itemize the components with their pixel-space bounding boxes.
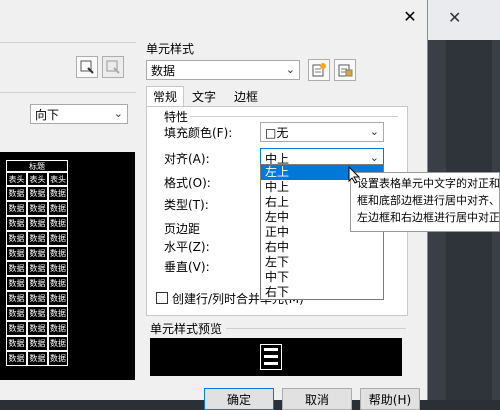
preview-data-cell: 数据 [27,216,48,231]
preview-data-cell: 数据 [27,321,48,336]
preview-data-cell: 数据 [6,336,27,351]
preview-data-cell: 数据 [48,246,68,261]
preview-data-cell: 数据 [48,351,68,366]
left-group-border-2 [0,92,136,93]
preview-data-cell: 数据 [6,231,27,246]
properties-separator [190,116,398,117]
align-tooltip: 设置表格单元中文字的对正和对齐方式 框和底部边框进行居中对齐、上对齐或下对齐 左… [350,172,500,232]
cursor-icon [348,165,361,187]
preview-data-cell: 数据 [27,351,48,366]
preview-data-cell: 数据 [6,306,27,321]
tab-general[interactable]: 常规 [146,86,185,106]
chevron-down-icon: ⌄ [369,125,379,138]
manage-style-icon[interactable] [334,59,356,81]
fill-color-select[interactable]: □无 ⌄ [260,122,384,142]
cell-style-select[interactable]: 数据 ⌄ [146,60,300,80]
align-label: 对齐(A): [164,152,210,166]
preview-data-cell: 数据 [27,261,48,276]
preview-cell-sample [260,344,282,370]
preview-data-cell: 数据 [27,276,48,291]
cell-style-preview [150,338,402,376]
preview-data-cell: 数据 [48,336,68,351]
table-select-disabled-icon [102,56,124,78]
tooltip-line: 设置表格单元中文字的对正和对齐方式 [357,177,500,190]
preview-data-cell: 数据 [6,351,27,366]
tab-text[interactable]: 文字 [186,86,222,106]
cancel-button[interactable]: 取消 [282,388,352,410]
preview-data-cell: 数据 [6,291,27,306]
preview-data-cell: 数据 [6,321,27,336]
properties-heading: 特性 [164,110,189,124]
horizontal-margin-label: 水平(Z): [164,240,210,254]
preview-data-cell: 数据 [48,306,68,321]
help-button[interactable]: 帮助(H) [360,388,420,410]
chevron-down-icon: ⌄ [285,63,295,76]
tooltip-line: 框和底部边框进行居中对齐、上对齐或下对齐 [357,194,500,207]
preview-data-cell: 数据 [48,201,68,216]
background-window-top [428,0,500,40]
preview-data-cell: 数据 [27,291,48,306]
close-icon[interactable]: ✕ [398,6,422,28]
preview-data-cell: 数据 [48,231,68,246]
cell-style-preview-title: 单元样式预览 [150,322,223,336]
merge-checkbox[interactable] [156,292,168,304]
preview-table: 标题 表头 表头 表头 数据 数据 数据 数据 数据 数据 数据 数据 数据 数据 数据 数据 数据 数据… [6,160,68,370]
preview-data-cell: 数据 [48,186,68,201]
table-direction-select[interactable]: 向下 ⌄ [30,104,128,124]
preview-separator [226,328,406,329]
chevron-down-icon: ⌄ [369,151,379,164]
align-option[interactable]: 右下 [261,285,383,300]
ok-button[interactable]: 确定 [204,388,274,410]
preview-data-cell: 数据 [6,186,27,201]
preview-data-cell: 数据 [27,336,48,351]
preview-data-cell: 数据 [27,186,48,201]
preview-data-cell: 数据 [48,261,68,276]
margins-heading: 页边距 [164,222,201,236]
preview-data-cell: 数据 [6,261,27,276]
table-direction-value: 向下 [35,107,60,122]
preview-head-cell: 表头 [6,172,27,186]
preview-data-cell: 数据 [48,321,68,336]
preview-data-cell: 数据 [6,201,27,216]
type-label: 类型(T): [164,198,209,212]
preview-data-cell: 数据 [6,276,27,291]
preview-data-cell: 数据 [27,201,48,216]
preview-data-cell: 数据 [48,291,68,306]
tab-border[interactable]: 边框 [228,86,264,106]
fill-color-label: 填充颜色(F): [164,126,233,140]
chevron-down-icon: ⌄ [113,107,123,120]
preview-text-line [264,362,278,365]
fill-color-value: □无 [265,125,289,140]
new-style-icon[interactable] [308,59,330,81]
format-label: 格式(O): [164,176,211,190]
preview-data-cell: 数据 [48,276,68,291]
preview-data-cell: 数据 [6,216,27,231]
preview-header-cell: 标题 [6,160,68,172]
preview-head-cell: 表头 [48,172,68,186]
vertical-margin-label: 垂直(V): [164,260,210,274]
cell-style-title: 单元样式 [146,42,195,56]
align-option[interactable]: 右中 [261,240,383,255]
table-select-icon[interactable] [76,56,98,78]
preview-data-cell: 数据 [27,231,48,246]
table-preview: 标题 表头 表头 表头 数据 数据 数据 数据 数据 数据 数据 数据 数据 数据 数据 数据 数据 数据… [0,152,135,380]
preview-text-line [264,348,278,351]
preview-data-cell: 数据 [27,306,48,321]
background-close-icon: ✕ [448,8,462,27]
align-option[interactable]: 左下 [261,255,383,270]
preview-data-cell: 数据 [6,246,27,261]
preview-head-cell: 表头 [27,172,48,186]
cell-style-value: 数据 [151,63,176,78]
left-group-border [0,42,136,43]
tooltip-line: 左边框和右边框进行居中对正、左对正或右对正 [357,211,500,224]
preview-text-line [264,355,278,358]
preview-data-rows: 数据 数据 数据 数据 数据 数据 数据 数据 数据 数据 数据 数据 数据 数据 数据 数据 数据 数据 数据 数据… [6,186,68,370]
align-option[interactable]: 中下 [261,270,383,285]
preview-data-cell: 数据 [48,216,68,231]
preview-data-cell: 数据 [27,246,48,261]
